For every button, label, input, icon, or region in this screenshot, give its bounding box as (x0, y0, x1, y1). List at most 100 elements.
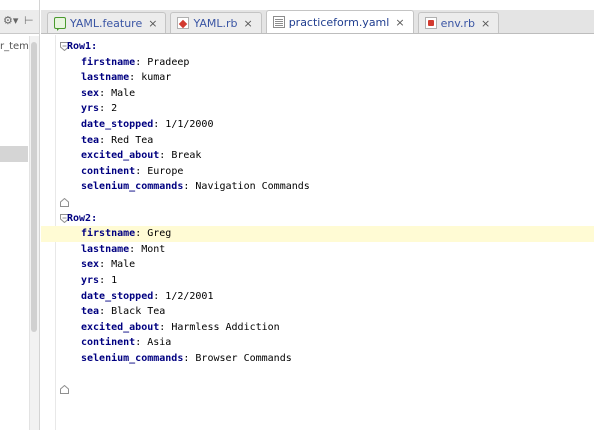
yaml-value: 2 (111, 103, 118, 115)
yaml-separator: : (91, 41, 98, 52)
code-line[interactable]: continent: Asia (41, 335, 594, 351)
gear-icon[interactable]: ⚙▾ (3, 14, 18, 27)
yaml-value: Black Tea (111, 306, 166, 318)
code-editor[interactable]: Row1: firstname: Pradeep lastname: kumar se… (41, 35, 594, 430)
fold-end-icon[interactable] (60, 197, 69, 207)
yaml-value: kumar (141, 72, 172, 84)
yaml-separator: : (159, 150, 172, 162)
collapse-icon[interactable]: ⊢ (24, 14, 34, 27)
code-line-current[interactable]: firstname: Greg (41, 226, 594, 242)
project-toolbar: ⚙▾ ⊢ (0, 10, 39, 34)
yaml-separator: : (91, 212, 98, 224)
project-tree-selected-row[interactable] (0, 146, 28, 162)
code-line[interactable]: yrs: 2 (41, 101, 594, 117)
code-line-text: excited_about: Harmless Addiction (81, 320, 280, 336)
code-line-text: Row2: (67, 211, 97, 227)
code-line[interactable]: selenium_commands: Browser Commands (41, 351, 594, 367)
yaml-key: date_stopped (81, 118, 154, 130)
scrollbar-thumb[interactable] (31, 42, 37, 332)
code-line[interactable]: sex: Male (41, 257, 594, 273)
code-line[interactable]: date_stopped: 1/1/2000 (41, 117, 594, 133)
yaml-value: 1/1/2000 (165, 118, 214, 130)
code-line[interactable] (41, 382, 594, 398)
yaml-value: Harmless Addiction (171, 321, 280, 333)
yaml-key: lastname (81, 72, 130, 84)
yaml-value: Browser Commands (195, 352, 292, 364)
yaml-key: yrs (81, 103, 100, 115)
yaml-key: firstname (81, 56, 136, 68)
fold-end-icon[interactable] (60, 385, 69, 395)
close-icon[interactable]: × (481, 17, 490, 30)
yaml-separator: : (135, 165, 148, 177)
yaml-separator: : (135, 337, 148, 349)
yaml-value: Male (111, 87, 136, 99)
code-line[interactable]: Row2: (41, 211, 594, 227)
yaml-separator: : (135, 56, 148, 68)
tab-label: YAML.rb (193, 16, 238, 30)
code-line[interactable]: Row1: (41, 39, 594, 55)
code-line[interactable]: firstname: Pradeep (41, 55, 594, 71)
code-line-text: lastname: kumar (81, 70, 171, 86)
yaml-separator: : (135, 228, 148, 240)
code-line[interactable]: selenium_commands: Navigation Commands (41, 179, 594, 195)
yaml-key: tea (81, 306, 100, 318)
code-line-text: selenium_commands: Navigation Commands (81, 179, 310, 195)
yaml-file-icon (272, 16, 285, 28)
yaml-value: 1/2/2001 (165, 290, 214, 302)
yaml-separator: : (153, 118, 166, 130)
code-line-text: selenium_commands: Browser Commands (81, 351, 292, 367)
yaml-key: sex (81, 259, 100, 271)
close-icon[interactable]: × (395, 16, 404, 29)
feature-file-icon (54, 17, 66, 31)
ruby-file-icon (177, 17, 190, 29)
close-icon[interactable]: × (148, 17, 157, 30)
code-line[interactable]: yrs: 1 (41, 273, 594, 289)
close-icon[interactable]: × (243, 17, 252, 30)
yaml-key: excited_about (81, 321, 160, 333)
yaml-key: date_stopped (81, 290, 154, 302)
tab-yaml-rb[interactable]: YAML.rb × (170, 12, 262, 33)
code-line-text: continent: Asia (81, 335, 171, 351)
yaml-key: Row2 (67, 212, 92, 224)
editor-tab-bar: YAML.feature × YAML.rb × practiceform.ya… (41, 10, 594, 34)
code-line[interactable] (41, 195, 594, 211)
tab-yaml-feature[interactable]: YAML.feature × (47, 12, 167, 33)
code-line[interactable]: tea: Red Tea (41, 133, 594, 149)
tab-practiceform-yaml[interactable]: practiceform.yaml × (265, 10, 414, 33)
code-line-text: tea: Black Tea (81, 304, 165, 320)
code-line-text: lastname: Mont (81, 242, 165, 258)
code-line[interactable]: date_stopped: 1/2/2001 (41, 289, 594, 305)
yaml-value: Break (171, 150, 202, 162)
code-line[interactable] (41, 366, 594, 382)
yaml-value: Asia (147, 337, 172, 349)
code-line[interactable]: tea: Black Tea (41, 304, 594, 320)
yaml-value: Mont (141, 243, 166, 255)
yaml-value: Navigation Commands (195, 181, 310, 193)
yaml-separator: : (99, 103, 112, 115)
code-line-text: date_stopped: 1/2/2001 (81, 289, 213, 305)
yaml-separator: : (129, 72, 142, 84)
code-line[interactable]: lastname: kumar (41, 70, 594, 86)
code-line-text: yrs: 1 (81, 273, 117, 289)
yaml-separator: : (99, 87, 112, 99)
yaml-key: yrs (81, 274, 100, 286)
code-line-text: firstname: Pradeep (81, 55, 189, 71)
yaml-separator: : (183, 181, 196, 193)
yaml-separator: : (99, 274, 112, 286)
code-line-text: Row1: (67, 39, 97, 55)
project-scrollbar[interactable] (29, 36, 39, 430)
code-line-text: continent: Europe (81, 164, 183, 180)
tab-env-rb[interactable]: env.rb × (417, 12, 500, 33)
yaml-key: selenium_commands (81, 181, 184, 193)
code-line[interactable]: excited_about: Break (41, 148, 594, 164)
code-line[interactable]: excited_about: Harmless Addiction (41, 320, 594, 336)
code-line-text: sex: Male (81, 86, 135, 102)
code-line[interactable]: sex: Male (41, 86, 594, 102)
project-tree-item[interactable]: r_tem (0, 41, 30, 52)
yaml-separator: : (99, 259, 112, 271)
code-area[interactable]: Row1: firstname: Pradeep lastname: kumar se… (41, 39, 594, 398)
code-line[interactable]: continent: Europe (41, 164, 594, 180)
code-line[interactable]: lastname: Mont (41, 242, 594, 258)
yaml-key: sex (81, 87, 100, 99)
yaml-key: continent (81, 165, 136, 177)
